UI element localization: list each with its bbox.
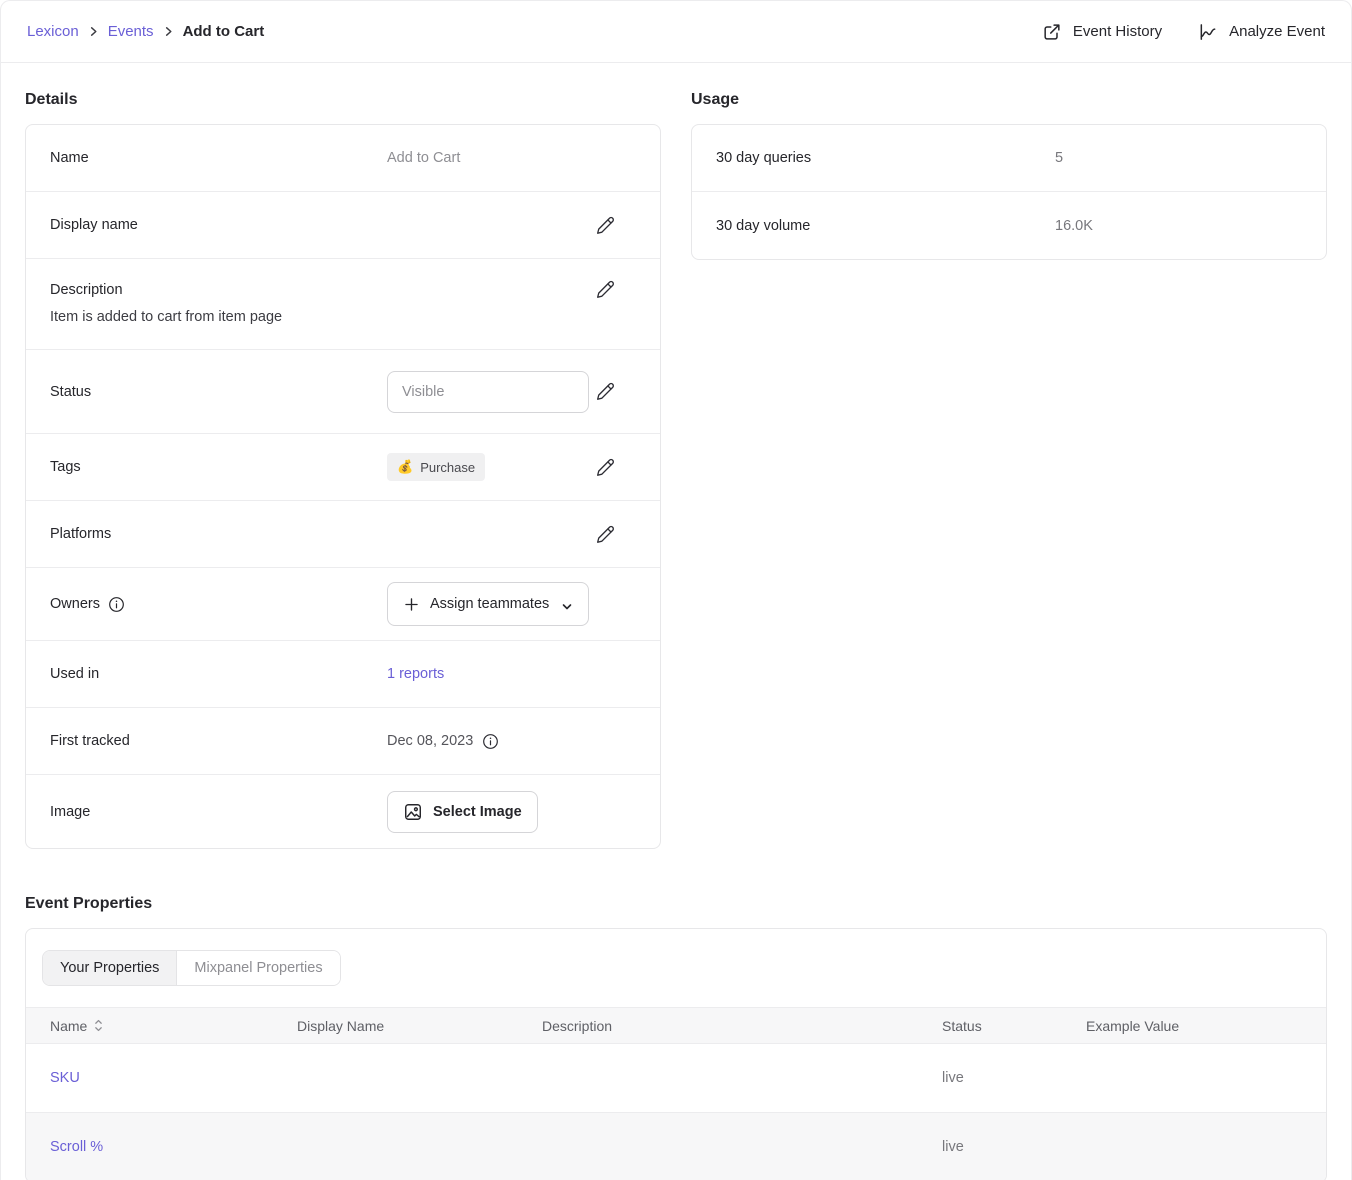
edit-tags-button[interactable]: [595, 457, 616, 478]
pencil-icon: [595, 215, 616, 236]
assign-teammates-label: Assign teammates: [430, 596, 549, 612]
usage-queries-label: 30 day queries: [716, 150, 1055, 166]
info-icon[interactable]: [482, 733, 499, 750]
detail-row-image: Image Select Image: [26, 775, 660, 848]
details-title: Details: [25, 91, 661, 109]
details-card: Name Add to Cart Display name: [25, 124, 661, 849]
chevron-right-icon: [88, 26, 99, 37]
property-link-sku[interactable]: SKU: [50, 1070, 80, 1086]
tags-label: Tags: [50, 459, 387, 475]
detail-row-description: Description Item is added to cart from i…: [26, 259, 660, 350]
property-display-name: [273, 1113, 518, 1180]
tag-chip-purchase[interactable]: 💰 Purchase: [387, 453, 485, 481]
property-display-name: [273, 1044, 518, 1113]
properties-table-header: Name Display Name Description Status Exa…: [26, 1008, 1326, 1044]
pencil-icon: [595, 279, 616, 300]
event-history-label: Event History: [1073, 23, 1162, 40]
property-status: live: [918, 1113, 1062, 1180]
usage-volume-value: 16.0K: [1055, 218, 1093, 234]
name-value: Add to Cart: [387, 150, 616, 166]
used-in-reports-link[interactable]: 1 reports: [387, 666, 444, 682]
description-label: Description: [50, 282, 123, 298]
table-row[interactable]: Scroll % live: [26, 1113, 1326, 1180]
description-text: Item is added to cart from item page: [50, 309, 616, 325]
first-tracked-value: Dec 08, 2023: [387, 733, 473, 749]
detail-row-platforms: Platforms: [26, 501, 660, 568]
chevron-right-icon: [163, 26, 174, 37]
name-label: Name: [50, 150, 387, 166]
external-link-icon: [1042, 22, 1062, 42]
property-example-value: [1062, 1113, 1326, 1180]
status-input[interactable]: [387, 371, 589, 413]
property-status: live: [918, 1044, 1062, 1113]
usage-row-volume: 30 day volume 16.0K: [692, 192, 1326, 259]
sort-icon: [94, 1019, 103, 1032]
properties-table: Name Display Name Description Status Exa…: [26, 1007, 1326, 1180]
property-description: [518, 1044, 918, 1113]
line-chart-icon: [1198, 22, 1218, 42]
analyze-event-label: Analyze Event: [1229, 23, 1325, 40]
usage-queries-value: 5: [1055, 150, 1063, 166]
breadcrumb: Lexicon Events Add to Cart: [27, 23, 264, 40]
assign-teammates-button[interactable]: Assign teammates: [387, 582, 589, 626]
column-header-display-name: Display Name: [273, 1008, 518, 1044]
detail-row-display-name: Display name: [26, 192, 660, 259]
breadcrumb-events[interactable]: Events: [108, 23, 154, 40]
first-tracked-label: First tracked: [50, 733, 387, 749]
platforms-label: Platforms: [50, 526, 387, 542]
plus-icon: [403, 596, 420, 613]
lexicon-event-detail-page: Lexicon Events Add to Cart Event History: [0, 0, 1352, 1180]
tab-your-properties[interactable]: Your Properties: [43, 951, 176, 985]
owners-label: Owners: [50, 596, 100, 612]
usage-volume-label: 30 day volume: [716, 218, 1055, 234]
usage-card: 30 day queries 5 30 day volume 16.0K: [691, 124, 1327, 260]
image-label: Image: [50, 804, 387, 820]
chevron-down-icon: [561, 598, 573, 610]
edit-platforms-button[interactable]: [595, 524, 616, 545]
edit-display-name-button[interactable]: [595, 215, 616, 236]
property-link-scroll[interactable]: Scroll %: [50, 1139, 103, 1155]
top-bar: Lexicon Events Add to Cart Event History: [1, 1, 1351, 63]
edit-status-button[interactable]: [595, 381, 616, 402]
event-properties-card: Your Properties Mixpanel Properties Name: [25, 928, 1327, 1180]
analyze-event-button[interactable]: Analyze Event: [1198, 22, 1325, 42]
select-image-button[interactable]: Select Image: [387, 791, 538, 833]
event-properties-title: Event Properties: [25, 895, 1327, 913]
status-label: Status: [50, 384, 387, 400]
edit-description-button[interactable]: [595, 279, 616, 300]
image-icon: [403, 802, 423, 822]
tag-chip-label: Purchase: [420, 460, 475, 475]
pencil-icon: [595, 381, 616, 402]
properties-tab-group: Your Properties Mixpanel Properties: [42, 950, 341, 986]
pencil-icon: [595, 457, 616, 478]
detail-row-status: Status: [26, 350, 660, 434]
used-in-label: Used in: [50, 666, 387, 682]
column-header-example-value: Example Value: [1062, 1008, 1326, 1044]
tab-mixpanel-properties[interactable]: Mixpanel Properties: [176, 951, 339, 985]
breadcrumb-lexicon[interactable]: Lexicon: [27, 23, 79, 40]
money-bag-icon: 💰: [397, 459, 413, 475]
detail-row-used-in: Used in 1 reports: [26, 641, 660, 708]
property-description: [518, 1113, 918, 1180]
column-header-name[interactable]: Name: [26, 1008, 273, 1044]
detail-row-tags: Tags 💰 Purchase: [26, 434, 660, 501]
property-example-value: [1062, 1044, 1326, 1113]
top-actions: Event History Analyze Event: [1042, 22, 1325, 42]
detail-row-first-tracked: First tracked Dec 08, 2023: [26, 708, 660, 775]
table-row[interactable]: SKU live: [26, 1044, 1326, 1113]
pencil-icon: [595, 524, 616, 545]
select-image-label: Select Image: [433, 804, 522, 820]
usage-row-queries: 30 day queries 5: [692, 125, 1326, 192]
detail-row-name: Name Add to Cart: [26, 125, 660, 192]
event-history-button[interactable]: Event History: [1042, 22, 1162, 42]
column-header-status: Status: [918, 1008, 1062, 1044]
column-header-description: Description: [518, 1008, 918, 1044]
detail-row-owners: Owners Assign teammates: [26, 568, 660, 641]
display-name-label: Display name: [50, 217, 387, 233]
info-icon[interactable]: [108, 596, 125, 613]
usage-title: Usage: [691, 91, 1327, 109]
breadcrumb-current-event: Add to Cart: [183, 23, 265, 40]
